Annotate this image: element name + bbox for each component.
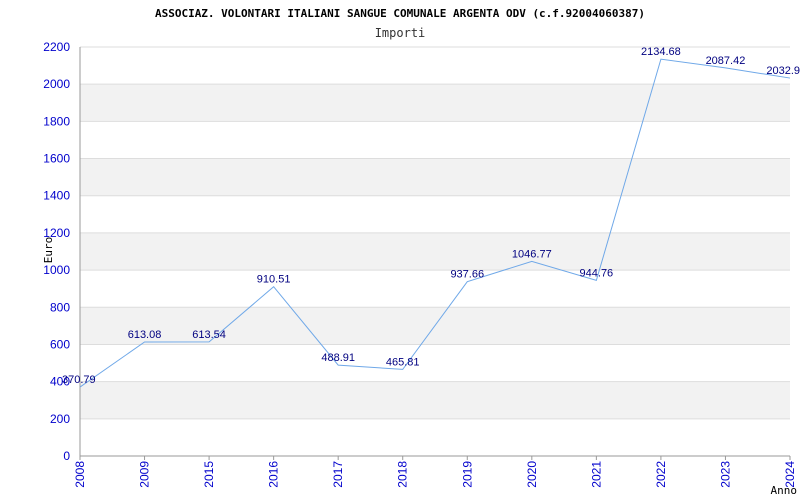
- y-tick-label: 600: [50, 337, 70, 351]
- x-tick-label: 2022: [654, 461, 668, 488]
- y-tick-label: 1600: [43, 152, 70, 166]
- data-label: 2087.42: [706, 55, 746, 67]
- x-tick-label: 2023: [718, 461, 732, 488]
- x-tick-label: 2008: [73, 461, 87, 488]
- y-tick-label: 0: [63, 449, 70, 463]
- x-axis-title: Anno: [771, 484, 798, 497]
- data-label: 613.54: [192, 329, 226, 341]
- grid-bands: [80, 84, 790, 419]
- grid-band: [80, 84, 790, 122]
- x-tick-label: 2018: [396, 461, 410, 488]
- x-tick-label: 2009: [138, 461, 152, 488]
- data-label: 2032.9: [766, 65, 800, 77]
- data-label: 910.51: [257, 274, 291, 286]
- y-tick-label: 1000: [43, 263, 70, 277]
- data-label: 1046.77: [512, 248, 552, 260]
- chart-subtitle: Importi: [375, 26, 426, 40]
- data-label: 465.81: [386, 356, 420, 368]
- x-tick-label: 2017: [331, 461, 345, 488]
- data-label: 370.79: [62, 374, 96, 386]
- y-tick-label: 1800: [43, 114, 70, 128]
- data-label: 488.91: [321, 352, 355, 364]
- data-label: 937.66: [450, 269, 484, 281]
- data-label: 2134.68: [641, 46, 681, 58]
- x-tick-label: 2015: [202, 461, 216, 488]
- data-label: 613.08: [128, 329, 162, 341]
- grid-band: [80, 158, 790, 196]
- x-tick-labels: 2008 2009 2015 2016 2017 2018 2019 2020 2021 2022…: [73, 456, 797, 488]
- y-tick-label: 2000: [43, 77, 70, 91]
- line-chart: ASSOCIAZ. VOLONTARI ITALIANI SANGUE COMU…: [42, 7, 800, 497]
- x-tick-label: 2021: [589, 461, 603, 488]
- data-label: 944.76: [580, 267, 614, 279]
- grid-band: [80, 381, 790, 419]
- x-tick-label: 2020: [525, 461, 539, 488]
- x-tick-label: 2019: [460, 461, 474, 488]
- chart-title: ASSOCIAZ. VOLONTARI ITALIANI SANGUE COMU…: [155, 7, 645, 20]
- y-tick-label: 2200: [43, 40, 70, 54]
- grid-band: [80, 232, 790, 271]
- y-tick-label: 1400: [43, 189, 70, 203]
- x-tick-label: 2016: [267, 461, 281, 488]
- y-tick-label: 200: [50, 412, 70, 426]
- y-tick-label: 800: [50, 300, 70, 314]
- y-axis-title: Euro: [42, 237, 55, 264]
